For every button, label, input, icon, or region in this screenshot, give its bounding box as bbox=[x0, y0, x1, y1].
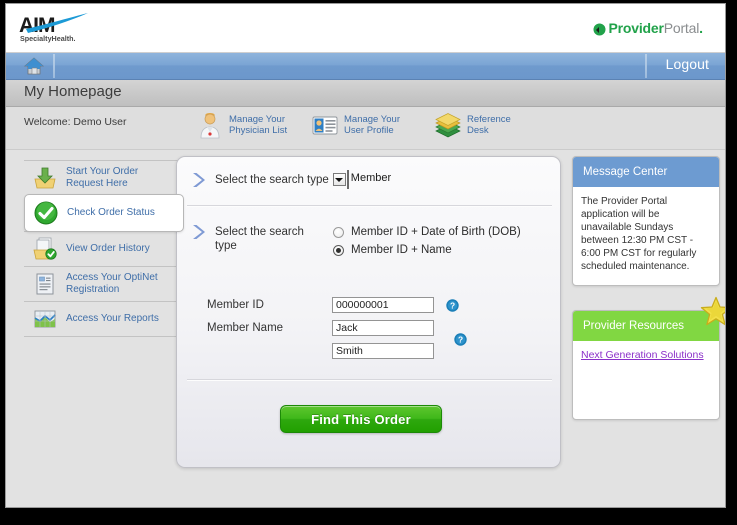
search-mode-label: Select the search type bbox=[215, 223, 327, 253]
panel-divider-bottom bbox=[187, 379, 552, 381]
portal-name-provider: Provider bbox=[609, 20, 664, 36]
sidebar-item-optinet-registration[interactable]: Access Your OptiNet Registration bbox=[24, 266, 184, 301]
aim-logo[interactable]: AIM SpecialtyHealth. bbox=[18, 12, 114, 46]
quicklink-label: Manage Your User Profile bbox=[344, 114, 400, 137]
member-first-name-input[interactable] bbox=[332, 320, 434, 336]
provider-resources-body: Next Generation Solutions bbox=[573, 341, 719, 372]
physician-icon bbox=[196, 111, 224, 139]
chevron-down-icon[interactable] bbox=[333, 173, 346, 186]
search-type-selected-value: Member bbox=[351, 172, 391, 184]
sidebar-nav: Start Your Order Request Here Check Orde… bbox=[24, 160, 184, 337]
navbar-divider-left bbox=[53, 54, 55, 78]
search-type-select[interactable]: Member bbox=[347, 171, 349, 189]
panel-divider-top bbox=[187, 205, 552, 207]
quicklink-reference-desk[interactable]: Reference Desk bbox=[434, 111, 511, 139]
help-circle-icon[interactable]: ? bbox=[454, 333, 467, 346]
logout-button[interactable]: Logout bbox=[666, 56, 709, 72]
next-generation-solutions-link[interactable]: Next Generation Solutions bbox=[581, 349, 704, 361]
search-mode-radio-group: Member ID + Date of Birth (DOB) Member I… bbox=[333, 223, 521, 259]
user-profile-icon bbox=[311, 111, 339, 139]
sidebar-item-label: View Order History bbox=[66, 243, 150, 255]
search-type-row: Select the search type Member bbox=[191, 171, 349, 189]
member-name-row: Member Name bbox=[207, 320, 434, 336]
member-last-name-input[interactable] bbox=[332, 343, 434, 359]
member-last-name-row bbox=[332, 343, 434, 359]
chart-icon bbox=[32, 306, 58, 332]
quicklink-label: Manage Your Physician List bbox=[229, 114, 287, 137]
message-center-title: Message Center bbox=[573, 157, 719, 187]
portal-name-dot: . bbox=[699, 20, 703, 36]
provider-resources-title: Provider Resources bbox=[573, 311, 719, 341]
radio-button[interactable] bbox=[333, 227, 344, 238]
navbar-divider-right bbox=[645, 54, 647, 78]
radio-option-member-id-name[interactable]: Member ID + Name bbox=[333, 241, 521, 259]
masthead: AIM SpecialtyHealth. ProviderPortal. bbox=[6, 4, 725, 53]
welcome-bar: Welcome: Demo User Manage Your Physician… bbox=[6, 107, 725, 150]
sidebar-item-start-order-request[interactable]: Start Your Order Request Here bbox=[24, 160, 184, 195]
chevron-right-icon bbox=[191, 223, 206, 241]
page-title: My Homepage bbox=[24, 83, 122, 100]
application-window: AIM SpecialtyHealth. ProviderPortal. bbox=[5, 3, 726, 508]
provider-resources-card: Provider Resources Next Generation Solut… bbox=[572, 310, 720, 420]
svg-text:SpecialtyHealth.: SpecialtyHealth. bbox=[20, 34, 76, 43]
svg-text:?: ? bbox=[450, 300, 455, 310]
message-center-body: The Provider Portal application will be … bbox=[573, 187, 719, 283]
star-icon bbox=[700, 296, 726, 327]
green-check-icon bbox=[33, 200, 59, 226]
portal-name-portal: Portal bbox=[664, 20, 699, 36]
sidebar-item-access-reports[interactable]: Access Your Reports bbox=[24, 301, 184, 336]
provider-portal-logo: ProviderPortal. bbox=[593, 20, 703, 36]
download-tray-icon bbox=[32, 165, 58, 191]
search-type-label: Select the search type bbox=[215, 174, 329, 186]
find-this-order-button[interactable]: Find This Order bbox=[280, 405, 442, 433]
page-title-bar: My Homepage bbox=[6, 80, 725, 107]
sidebar-item-view-order-history[interactable]: View Order History bbox=[24, 231, 184, 266]
radio-label: Member ID + Name bbox=[351, 244, 452, 256]
search-form-panel: Select the search type Member Select the… bbox=[176, 156, 561, 468]
radio-option-member-id-dob[interactable]: Member ID + Date of Birth (DOB) bbox=[333, 223, 521, 241]
chevron-right-icon bbox=[191, 171, 206, 189]
welcome-text: Welcome: Demo User bbox=[24, 116, 127, 128]
sidebar-item-check-order-status[interactable]: Check Order Status bbox=[24, 194, 184, 232]
radio-button[interactable] bbox=[333, 245, 344, 256]
books-icon bbox=[434, 111, 462, 139]
home-icon[interactable] bbox=[22, 55, 46, 77]
form-icon bbox=[32, 271, 58, 297]
member-name-label: Member Name bbox=[207, 322, 332, 334]
documents-check-icon bbox=[32, 236, 58, 262]
sidebar-item-label: Start Your Order Request Here bbox=[66, 166, 178, 190]
provider-portal-mark-icon bbox=[593, 23, 606, 36]
help-circle-icon[interactable]: ? bbox=[446, 299, 459, 312]
primary-navbar: Logout bbox=[6, 53, 725, 80]
quicklink-manage-user-profile[interactable]: Manage Your User Profile bbox=[311, 111, 400, 139]
svg-text:?: ? bbox=[458, 335, 463, 345]
message-center-card: Message Center The Provider Portal appli… bbox=[572, 156, 720, 286]
body-region: Start Your Order Request Here Check Orde… bbox=[6, 150, 725, 508]
right-rail: Message Center The Provider Portal appli… bbox=[572, 156, 720, 420]
sidebar-item-label: Access Your OptiNet Registration bbox=[66, 272, 178, 296]
member-id-label: Member ID bbox=[207, 299, 332, 311]
search-mode-row: Select the search type Member ID + Date … bbox=[191, 223, 521, 259]
quicklink-manage-physician-list[interactable]: Manage Your Physician List bbox=[196, 111, 287, 139]
member-id-input[interactable] bbox=[332, 297, 434, 313]
radio-label: Member ID + Date of Birth (DOB) bbox=[351, 226, 521, 238]
quicklink-label: Reference Desk bbox=[467, 114, 511, 137]
sidebar-item-label: Check Order Status bbox=[67, 207, 155, 219]
sidebar-item-label: Access Your Reports bbox=[66, 313, 159, 325]
member-id-row: Member ID ? bbox=[207, 297, 459, 313]
sidebar-bottom-divider bbox=[24, 336, 184, 337]
